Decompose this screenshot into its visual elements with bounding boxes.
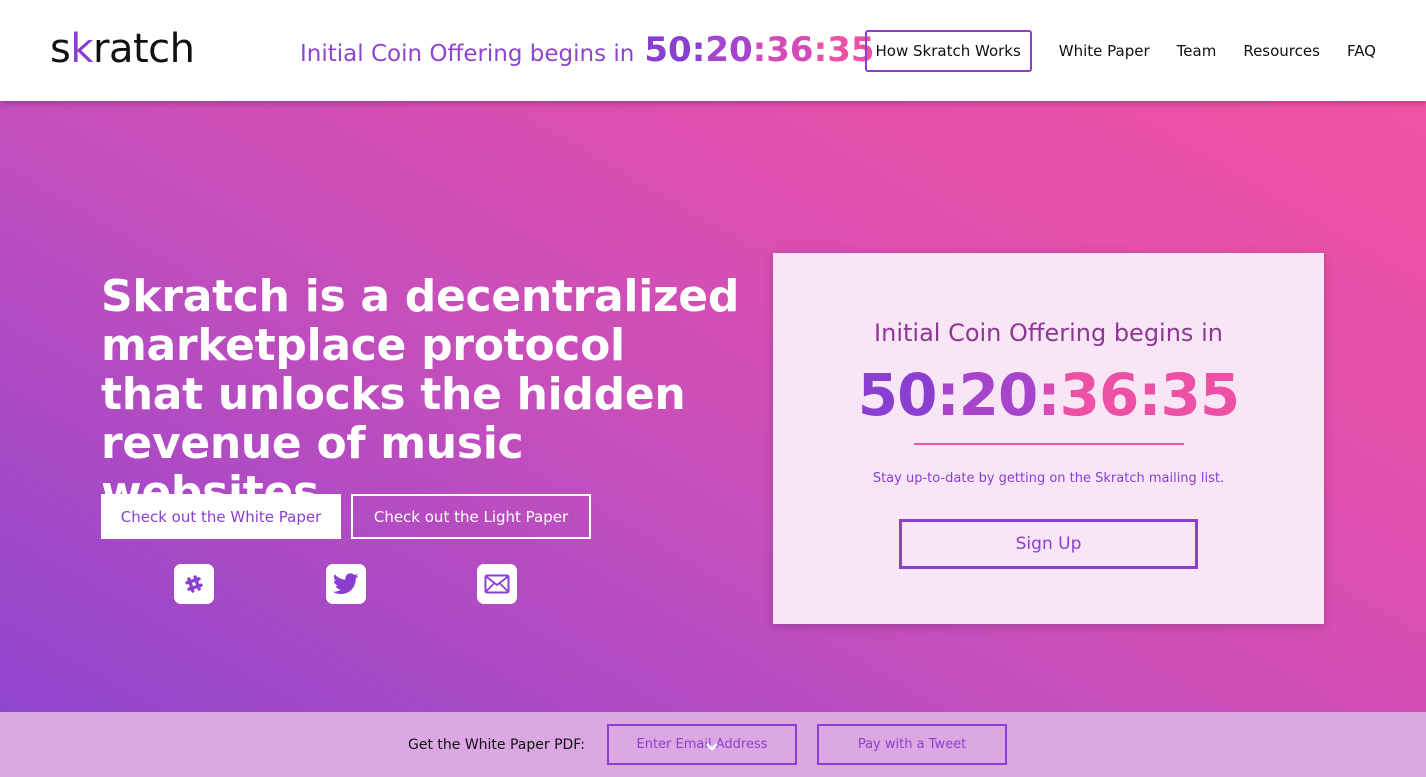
logo-prefix: s: [50, 26, 71, 72]
countdown-hours: 20: [958, 361, 1039, 429]
header-countdown-label: Initial Coin Offering begins in: [300, 41, 635, 67]
slack-icon[interactable]: [174, 564, 214, 604]
nav-faq[interactable]: FAQ: [1347, 42, 1376, 60]
card-countdown-label: Initial Coin Offering begins in: [874, 319, 1223, 347]
countdown-hours: 20: [705, 30, 753, 70]
top-header: skratch Initial Coin Offering begins in …: [0, 0, 1426, 101]
countdown-sep: :: [1037, 361, 1060, 429]
countdown-sep: :: [691, 30, 706, 70]
logo-suffix: ratch: [93, 26, 195, 72]
countdown-days: 50: [857, 361, 938, 429]
white-paper-bar: Get the White Paper PDF: Pay with a Twee…: [0, 712, 1426, 777]
header-countdown-timer: 50:20:36:35: [644, 30, 874, 70]
skratch-logo[interactable]: skratch: [50, 26, 195, 72]
white-paper-pdf-label: Get the White Paper PDF:: [408, 737, 585, 753]
twitter-icon[interactable]: [326, 564, 366, 604]
hero-headline: Skratch is a decentralized marketplace p…: [101, 271, 740, 518]
card-divider: [914, 443, 1184, 445]
nav-white-paper[interactable]: White Paper: [1059, 42, 1150, 60]
card-countdown-timer: 50:20:36:35: [773, 361, 1324, 429]
countdown-minutes: 36: [766, 30, 814, 70]
light-paper-button[interactable]: Check out the Light Paper: [351, 494, 591, 539]
sign-up-button[interactable]: Sign Up: [899, 519, 1198, 569]
pay-with-tweet-button[interactable]: Pay with a Tweet: [817, 724, 1007, 765]
white-paper-button[interactable]: Check out the White Paper: [101, 494, 341, 539]
countdown-days: 50: [644, 30, 692, 70]
countdown-sep: :: [752, 30, 767, 70]
main-nav: How Skratch Works White Paper Team Resou…: [864, 30, 1376, 72]
card-subtitle: Stay up-to-date by getting on the Skratc…: [872, 471, 1225, 486]
countdown-minutes: 36: [1059, 361, 1140, 429]
countdown-sep: :: [813, 30, 828, 70]
ico-countdown-card: Initial Coin Offering begins in 50:20:36…: [773, 253, 1324, 624]
logo-k: k: [70, 26, 94, 72]
countdown-seconds: 35: [1160, 361, 1241, 429]
email-input[interactable]: [607, 724, 797, 765]
countdown-sep: :: [1138, 361, 1161, 429]
nav-team[interactable]: Team: [1177, 42, 1217, 60]
chevron-down-icon[interactable]: [705, 742, 719, 752]
nav-how-skratch-works[interactable]: How Skratch Works: [864, 30, 1032, 72]
header-countdown: Initial Coin Offering begins in 50:20:36…: [300, 30, 875, 70]
countdown-sep: :: [936, 361, 959, 429]
nav-resources[interactable]: Resources: [1243, 42, 1320, 60]
mail-icon[interactable]: [477, 564, 517, 604]
